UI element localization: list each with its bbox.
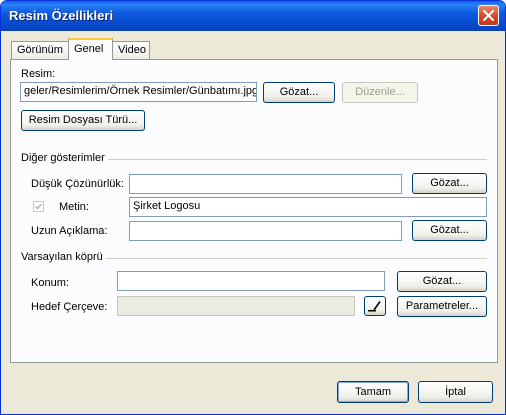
- text-label: Metin:: [59, 201, 89, 213]
- pencil-icon: [368, 301, 381, 312]
- checkmark-icon: [34, 203, 43, 210]
- low-res-browse-button[interactable]: Gözat...: [412, 173, 487, 194]
- tab-genel[interactable]: Genel: [68, 38, 113, 60]
- image-browse-label: Gözat...: [279, 86, 319, 98]
- tab-genel-label: Genel: [74, 43, 104, 55]
- edit-label: Düzenle...: [355, 86, 405, 98]
- dialog-title: Resim Özellikleri: [9, 8, 114, 23]
- long-desc-browse-button[interactable]: Gözat...: [412, 220, 487, 241]
- image-path-value: geler/Resimlerim/Örnek Resimler/Günbatım…: [24, 85, 257, 97]
- location-browse-label: Gözat...: [422, 275, 462, 287]
- parameters-button[interactable]: Parametreler...: [397, 296, 487, 317]
- other-display-title: Diğer gösterimler: [21, 152, 108, 164]
- edit-button[interactable]: Düzenle...: [342, 82, 418, 103]
- location-browse-button[interactable]: Gözat...: [397, 271, 487, 292]
- tab-gorunum-label: Görünüm: [17, 44, 63, 56]
- low-res-field[interactable]: [129, 174, 402, 194]
- image-browse-button[interactable]: Gözat...: [263, 82, 335, 103]
- tab-gorunum[interactable]: Görünüm: [11, 41, 69, 59]
- close-icon: [483, 10, 494, 21]
- long-desc-field[interactable]: [129, 221, 402, 241]
- long-desc-browse-label: Gözat...: [430, 224, 469, 236]
- tab-video[interactable]: Video: [112, 41, 150, 59]
- default-link-title: Varsayılan köprü: [21, 251, 106, 263]
- parameters-label: Parametreler...: [405, 300, 479, 312]
- location-field[interactable]: [117, 271, 385, 291]
- title-bar[interactable]: Resim Özellikleri: [1, 1, 505, 31]
- image-path-field[interactable]: geler/Resimlerim/Örnek Resimler/Günbatım…: [20, 82, 257, 102]
- image-file-type-label: Resim Dosyası Türü...: [28, 114, 138, 126]
- ok-button[interactable]: Tamam: [337, 381, 409, 403]
- image-file-type-button[interactable]: Resim Dosyası Türü...: [21, 110, 145, 131]
- cancel-button[interactable]: İptal: [418, 381, 493, 403]
- dialog-window: Resim Özellikleri Görünüm Genel Video Re…: [0, 0, 506, 415]
- target-frame-label: Hedef Çerçeve:: [31, 301, 108, 313]
- target-frame-picker-button[interactable]: [364, 296, 386, 316]
- text-value: Şirket Logosu: [133, 200, 201, 212]
- location-label: Konum:: [31, 277, 69, 289]
- close-button[interactable]: [478, 5, 499, 26]
- text-field[interactable]: Şirket Logosu: [129, 197, 487, 217]
- long-desc-label: Uzun Açıklama:: [31, 225, 108, 237]
- text-checkbox[interactable]: [33, 201, 44, 212]
- tab-video-label: Video: [118, 44, 146, 56]
- ok-label: Tamam: [354, 386, 392, 398]
- target-frame-field[interactable]: [117, 296, 355, 316]
- tab-panel-genel: Resim: geler/Resimlerim/Örnek Resimler/G…: [10, 59, 498, 363]
- cancel-label: İptal: [445, 386, 466, 398]
- low-res-label: Düşük Çözünürlük:: [31, 178, 124, 190]
- low-res-browse-label: Gözat...: [430, 177, 469, 189]
- image-label: Resim:: [21, 68, 56, 80]
